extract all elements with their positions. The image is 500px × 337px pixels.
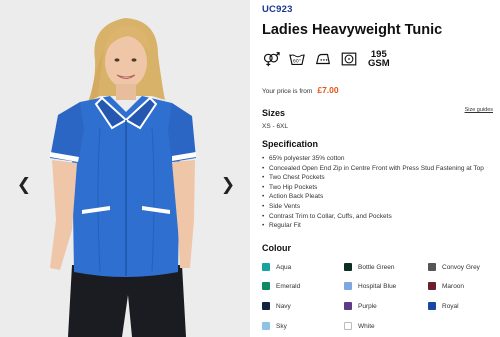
swatch-color xyxy=(344,322,352,330)
previous-image-arrow-icon[interactable]: ❮ xyxy=(17,176,31,194)
size-guides-link[interactable]: Size guides xyxy=(465,107,493,113)
gender-icon xyxy=(263,52,280,67)
spec-item: 65% polyester 35% cotton xyxy=(262,154,500,164)
swatch-navy[interactable]: Navy xyxy=(262,301,291,311)
spec-item: Action Back Pleats xyxy=(262,192,500,202)
swatch-label: Aqua xyxy=(276,263,292,271)
spec-item: Contrast Trim to Collar, Cuffs, and Pock… xyxy=(262,212,500,222)
swatch-aqua[interactable]: Aqua xyxy=(262,262,291,272)
swatch-label: Maroon xyxy=(442,282,465,290)
wash-60-icon: 60° xyxy=(289,54,305,65)
swatch-label: Emerald xyxy=(276,282,301,290)
next-image-arrow-icon[interactable]: ❯ xyxy=(221,176,235,194)
product-title: Ladies Heavyweight Tunic xyxy=(262,22,443,38)
spec-item: Regular Fit xyxy=(262,221,500,231)
swatch-purple[interactable]: Purple xyxy=(344,301,377,311)
swatch-color xyxy=(262,302,270,310)
price-label: Your price is from xyxy=(262,88,313,95)
swatch-sky[interactable]: Sky xyxy=(262,321,287,331)
swatch-color xyxy=(262,282,270,290)
specification-list: 65% polyester 35% cotton Concealed Open … xyxy=(262,154,500,231)
swatch-white[interactable]: White xyxy=(344,321,375,331)
spec-item: Concealed Open End Zip in Centre Front w… xyxy=(262,164,500,174)
swatch-label: Royal xyxy=(442,302,459,310)
wash-temperature: 60° xyxy=(293,59,301,65)
spec-item: Two Chest Pockets xyxy=(262,173,500,183)
tumble-dry-icon xyxy=(341,52,357,66)
swatch-color xyxy=(344,263,352,271)
swatch-color xyxy=(428,263,436,271)
swatch-emerald[interactable]: Emerald xyxy=(262,281,300,291)
spec-item: Two Hip Pockets xyxy=(262,183,500,193)
swatch-hospital-blue[interactable]: Hospital Blue xyxy=(344,281,396,291)
swatch-color xyxy=(262,263,270,271)
product-image-gallery: ❮ ❯ xyxy=(0,0,250,337)
swatch-label: Sky xyxy=(276,322,287,330)
swatch-royal[interactable]: Royal xyxy=(428,301,459,311)
gsm-unit: GSM xyxy=(368,58,390,69)
swatch-maroon[interactable]: Maroon xyxy=(428,281,464,291)
swatch-label: Navy xyxy=(276,302,291,310)
swatch-color xyxy=(262,322,270,330)
specification-heading: Specification xyxy=(262,139,319,149)
size-range: XS - 6XL xyxy=(262,123,289,130)
swatch-label: Convoy Grey xyxy=(442,263,480,271)
colour-heading: Colour xyxy=(262,243,291,253)
swatch-label: Hospital Blue xyxy=(358,282,397,290)
gsm-badge: 195 GSM xyxy=(368,50,390,69)
price-row: Your price is from £7.00 xyxy=(262,85,339,95)
sizes-heading: Sizes xyxy=(262,108,286,118)
swatch-bottle-green[interactable]: Bottle Green xyxy=(344,262,395,272)
price-value: £7.00 xyxy=(317,85,339,95)
iron-icon xyxy=(315,53,331,65)
swatch-color xyxy=(344,302,352,310)
product-photo xyxy=(0,0,250,337)
swatch-color xyxy=(344,282,352,290)
swatch-label: White xyxy=(358,322,375,330)
spec-item: Side Vents xyxy=(262,202,500,212)
swatch-color xyxy=(428,302,436,310)
swatch-label: Purple xyxy=(358,302,377,310)
care-icons-row: 60° 195 GSM xyxy=(262,48,390,70)
swatch-label: Bottle Green xyxy=(358,263,395,271)
product-code: UC923 xyxy=(262,4,293,15)
product-info-panel: UC923 Ladies Heavyweight Tunic 60° 195 G… xyxy=(260,0,500,337)
swatch-convoy-grey[interactable]: Convoy Grey xyxy=(428,262,480,272)
swatch-color xyxy=(428,282,436,290)
